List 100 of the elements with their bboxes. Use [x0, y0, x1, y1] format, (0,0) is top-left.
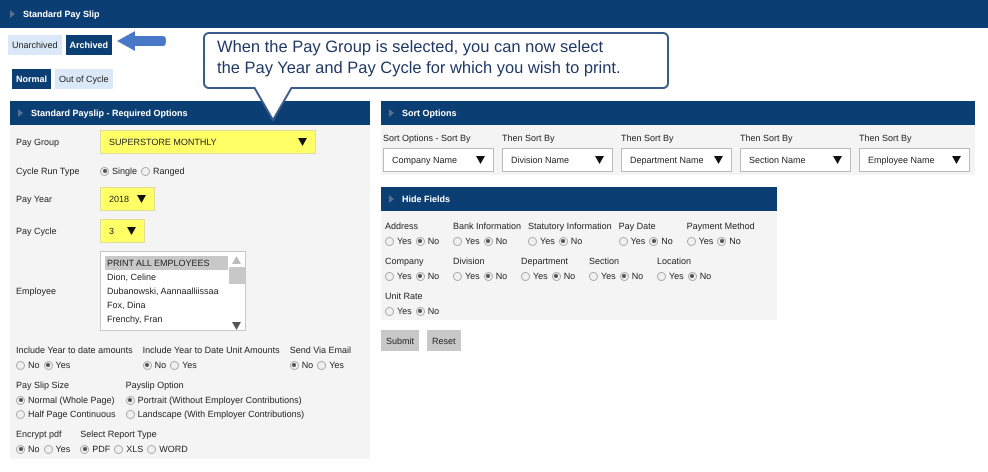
sort-dropdown[interactable]: Division Name: [502, 148, 613, 172]
tab[interactable]: Out of Cycle: [55, 69, 113, 89]
scroll-up-icon[interactable]: [232, 256, 241, 264]
radio-option[interactable]: Yes: [618, 236, 646, 246]
radio-button[interactable]: [657, 272, 666, 280]
radio-option[interactable]: Yes: [521, 271, 548, 281]
radio-button[interactable]: [558, 236, 568, 246]
radio-button[interactable]: [649, 236, 658, 246]
radio-button[interactable]: [142, 360, 152, 370]
radio-option[interactable]: No: [484, 271, 508, 281]
radio-option[interactable]: No: [16, 444, 40, 454]
radio-option[interactable]: Yes: [385, 236, 412, 246]
radio-button[interactable]: [620, 272, 629, 280]
radio-option[interactable]: No: [688, 271, 712, 281]
radio-button[interactable]: [385, 272, 394, 280]
pay-cycle-dropdown[interactable]: 3: [100, 219, 145, 243]
radio-button[interactable]: [80, 444, 90, 454]
list-item[interactable]: Dubanowski, Aannaalliissaa: [105, 284, 228, 298]
radio-button[interactable]: [385, 306, 394, 316]
scrollbar-thumb[interactable]: [228, 267, 244, 284]
sort-dropdown[interactable]: Section Name: [740, 148, 851, 172]
radio-option[interactable]: No: [416, 306, 440, 316]
radio-button[interactable]: [717, 236, 726, 246]
radio-button[interactable]: [688, 272, 697, 280]
radio-button[interactable]: [126, 396, 135, 404]
pay-year-dropdown[interactable]: 2018: [100, 187, 155, 211]
radio-option[interactable]: No: [142, 360, 166, 370]
radio-option[interactable]: Yes: [657, 271, 684, 281]
radio-option[interactable]: Yes: [170, 360, 197, 370]
radio-option[interactable]: No: [416, 271, 440, 281]
scrollbar[interactable]: [228, 256, 245, 330]
employee-list[interactable]: PRINT ALL EMPLOYEES Dion, Celine Dubanowski, Aannaalliissaa Fox, Dina Frenchy, Fran: [100, 251, 246, 331]
radio-option[interactable]: Yes: [385, 306, 412, 316]
radio-option[interactable]: Yes: [453, 236, 480, 246]
radio-button[interactable]: [114, 444, 124, 454]
radio-option[interactable]: No: [620, 271, 644, 281]
radio-button[interactable]: [686, 236, 696, 246]
sort-dropdown[interactable]: Employee Name: [859, 148, 970, 172]
radio-option[interactable]: No: [558, 236, 582, 246]
radio-option[interactable]: Normal (Whole Page): [16, 395, 116, 405]
radio-button[interactable]: [16, 410, 25, 418]
radio-option[interactable]: Yes: [317, 360, 344, 370]
pay-group-dropdown[interactable]: SUPERSTORE MONTHLY: [100, 130, 316, 154]
radio-button[interactable]: [416, 272, 425, 280]
radio-button[interactable]: [100, 166, 109, 176]
radio-option[interactable]: No: [552, 271, 576, 281]
list-item[interactable]: Fox, Dina: [105, 298, 228, 312]
radio-button[interactable]: [147, 444, 156, 454]
radio-button[interactable]: [44, 444, 53, 454]
radio-option[interactable]: No: [290, 360, 314, 370]
radio-button[interactable]: [170, 360, 180, 370]
radio-option[interactable]: No: [484, 236, 508, 246]
radio-option[interactable]: Yes: [44, 360, 70, 370]
radio-option[interactable]: No: [16, 360, 40, 370]
radio-button[interactable]: [126, 410, 135, 418]
radio-button[interactable]: [416, 306, 425, 316]
radio-button[interactable]: [16, 444, 25, 454]
radio-button[interactable]: [16, 360, 25, 370]
radio-option[interactable]: Yes: [589, 271, 616, 281]
radio-option[interactable]: Single: [100, 166, 138, 176]
radio-option[interactable]: Yes: [686, 236, 714, 246]
radio-option[interactable]: Half Page Continuous: [16, 409, 116, 419]
radio-option[interactable]: No: [416, 236, 440, 246]
tab[interactable]: Unarchived: [8, 35, 62, 55]
tab[interactable]: Normal: [12, 69, 52, 89]
radio-button[interactable]: [453, 236, 462, 246]
radio-button[interactable]: [521, 272, 530, 280]
radio-option[interactable]: Portrait (Without Employer Contributions): [126, 395, 304, 405]
sort-dropdown[interactable]: Company Name: [383, 148, 494, 172]
radio-option[interactable]: Yes: [528, 236, 555, 246]
list-item[interactable]: Dion, Celine: [105, 270, 228, 284]
radio-option[interactable]: PDF: [80, 444, 110, 454]
radio-option[interactable]: Yes: [453, 271, 480, 281]
radio-button[interactable]: [141, 166, 150, 176]
radio-button[interactable]: [416, 236, 425, 246]
radio-button[interactable]: [290, 360, 299, 370]
radio-option[interactable]: No: [649, 236, 673, 246]
radio-button[interactable]: [16, 396, 25, 404]
radio-button[interactable]: [618, 236, 628, 246]
sort-dropdown[interactable]: Department Name: [621, 148, 732, 172]
list-item[interactable]: Frenchy, Fran: [105, 312, 228, 326]
radio-option[interactable]: XLS: [114, 444, 144, 454]
tab[interactable]: Archived: [66, 35, 112, 55]
form-button[interactable]: Submit: [381, 330, 420, 351]
radio-button[interactable]: [589, 272, 598, 280]
form-button[interactable]: Reset: [427, 330, 461, 351]
radio-option[interactable]: No: [717, 236, 741, 246]
radio-option[interactable]: Landscape (With Employer Contributions): [126, 409, 304, 419]
radio-option[interactable]: WORD: [147, 444, 188, 454]
radio-button[interactable]: [484, 272, 493, 280]
radio-button[interactable]: [528, 236, 538, 246]
scroll-down-icon[interactable]: [232, 322, 241, 330]
radio-button[interactable]: [453, 272, 462, 280]
radio-button[interactable]: [484, 236, 493, 246]
radio-option[interactable]: Ranged: [141, 166, 185, 176]
radio-button[interactable]: [385, 236, 394, 246]
radio-button[interactable]: [44, 360, 53, 370]
radio-button[interactable]: [317, 360, 326, 370]
radio-option[interactable]: Yes: [385, 271, 412, 281]
radio-option[interactable]: Yes: [44, 444, 70, 454]
